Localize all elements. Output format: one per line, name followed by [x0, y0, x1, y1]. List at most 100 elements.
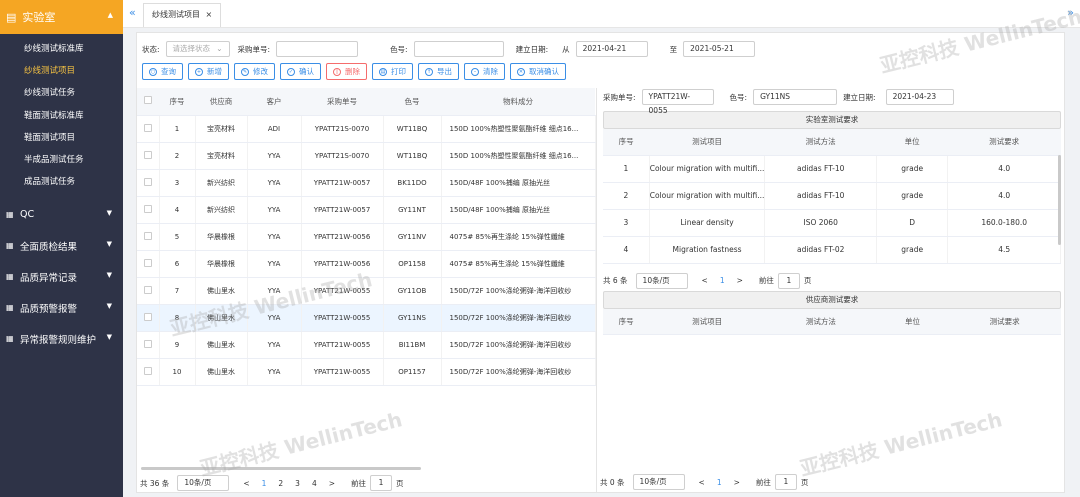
row-checkbox-cell[interactable] — [137, 304, 160, 332]
from-date-input[interactable]: 2021-04-21 — [575, 41, 648, 57]
sidebar-item-semi-task[interactable]: 半成品测试任务 — [0, 149, 123, 171]
table-row[interactable]: 2 Colour migration with multifi... adidas … — [603, 182, 1061, 210]
horizontal-scrollbar[interactable] — [141, 467, 421, 470]
prev-page-button[interactable]: < — [699, 478, 705, 487]
collapse-right-icon[interactable]: » — [1067, 6, 1074, 19]
cancel-confirm-button[interactable]: ✕ 取消确认 — [510, 63, 566, 80]
table-row[interactable]: 4 新兴纺织 YYA YPATT21W-0057 GY11NT 150D/48F 100%… — [137, 196, 596, 224]
detail-po-input[interactable]: YPATT21W-0055 — [641, 89, 714, 115]
page-number[interactable]: 2 — [278, 479, 283, 488]
row-checkbox-cell[interactable] — [137, 169, 160, 197]
sidebar-group-exceptions[interactable]: ▦ 品质异常记录 ▼ — [0, 261, 123, 292]
filter-bar: 状态: 请选择状态 ⌄ 采购单号: 色号: 建立日期: 从 2021-04-21 … — [142, 41, 756, 57]
row-checkbox-cell[interactable] — [137, 142, 160, 170]
page-number[interactable]: 1 — [720, 276, 725, 285]
sidebar-item-finished-task[interactable]: 成品测试任务 — [0, 171, 123, 193]
checkbox[interactable] — [144, 96, 152, 105]
vertical-scrollbar[interactable] — [1058, 155, 1061, 245]
next-page-button[interactable]: > — [329, 479, 335, 488]
tab-yarn-test-item[interactable]: 纱线测试项目 × — [143, 3, 222, 27]
checkbox[interactable] — [143, 339, 152, 348]
sidebar-group-rules[interactable]: ▦ 异常报警规则维护 ▼ — [0, 323, 123, 354]
table-cell: 150D/48F 100%捕编 原抽光丝 — [441, 196, 596, 224]
goto-input[interactable]: 1 — [777, 272, 800, 289]
table-row[interactable]: 4 Migration fastness adidas FT-02 grade 4.5 — [603, 236, 1061, 264]
table-cell: 华晨橡根 — [195, 250, 248, 278]
page-size-select[interactable]: 10条/页 — [632, 474, 685, 490]
detail-color-input[interactable]: GY11NS — [753, 89, 838, 105]
sidebar-item-yarn-standard[interactable]: 纱线测试标准库 — [0, 38, 123, 60]
lab-pager: 共 6 条 10条/页 < 1 > 前往 1 页 — [603, 272, 1061, 289]
sidebar-item-upper-test-item[interactable]: 鞋面测试项目 — [0, 127, 123, 149]
detail-date-input[interactable]: 2021-04-23 — [885, 89, 954, 105]
po-input[interactable] — [276, 41, 359, 57]
status-select[interactable]: 请选择状态 ⌄ — [165, 41, 230, 57]
table-row[interactable]: 5 华晨橡根 YYA YPATT21W-0056 GY11NV 4075# 85%再生涤纶… — [137, 223, 596, 251]
checkbox[interactable] — [143, 150, 152, 159]
next-page-button[interactable]: > — [737, 276, 743, 285]
row-checkbox-cell[interactable] — [137, 196, 160, 224]
table-row[interactable]: 3 Linear density ISO 2060 D 160.0-180.0 — [603, 209, 1061, 237]
row-checkbox-cell[interactable] — [137, 277, 160, 305]
sidebar-item-upper-standard[interactable]: 鞋面测试标准库 — [0, 105, 123, 127]
export-button[interactable]: ↑ 导出 — [418, 63, 459, 80]
page-number[interactable]: 1 — [717, 478, 722, 487]
confirm-button[interactable]: ✓ 确认 — [280, 63, 321, 80]
page-number[interactable]: 4 — [312, 479, 317, 488]
table-row[interactable]: 7 佛山里水 YYA YPATT21W-0055 GY11OB 150D/72F 100%… — [137, 277, 596, 305]
detail-header: 采购单号: YPATT21W-0055 色号: GY11NS 建立日期: 202… — [603, 88, 1061, 115]
checkbox[interactable] — [143, 231, 152, 240]
color-input[interactable] — [413, 41, 504, 57]
to-date-input[interactable]: 2021-05-21 — [683, 41, 756, 57]
row-checkbox-cell[interactable] — [137, 223, 160, 251]
add-button[interactable]: + 新增 — [188, 63, 229, 80]
sidebar-group-alerts[interactable]: ▦ 品质预警报警 ▼ — [0, 292, 123, 323]
edit-button[interactable]: ✎ 修改 — [234, 63, 275, 80]
prev-page-button[interactable]: < — [702, 276, 708, 285]
table-row[interactable]: 8 佛山里水 YYA YPATT21W-0055 GY11NS 150D/72F 100%… — [137, 304, 596, 332]
clear-button[interactable]: – 清除 — [464, 63, 505, 80]
row-checkbox-cell[interactable] — [137, 331, 160, 359]
table-cell: YPATT21W-0055 — [301, 277, 384, 305]
next-page-button[interactable]: > — [734, 478, 740, 487]
table-cell: 150D 100%热塑性聚氨酯纤维 细点16... — [441, 115, 596, 143]
table-row[interactable]: 3 新兴纺织 YYA YPATT21W-0057 BK11DO 150D/48F 100%… — [137, 169, 596, 197]
checkbox[interactable] — [143, 258, 152, 267]
page-size-select[interactable]: 10条/页 — [177, 475, 230, 491]
table-row[interactable]: 10 佛山里水 YYA YPATT21W-0055 OP1157 150D/72F 100… — [137, 358, 596, 386]
goto-input[interactable]: 1 — [774, 474, 797, 490]
goto-input[interactable]: 1 — [370, 475, 393, 491]
checkbox[interactable] — [143, 312, 152, 321]
header-checkbox[interactable] — [137, 88, 159, 116]
table-row[interactable]: 1 宝亮材料 ADI YPATT21S-0070 WT11BQ 150D 100%热塑性聚… — [137, 115, 596, 143]
table-row[interactable]: 9 佛山里水 YYA YPATT21W-0055 BI11BM 150D/72F 100%… — [137, 331, 596, 359]
table-row[interactable]: 2 宝亮材料 YYA YPATT21S-0070 WT11BQ 150D 100%热塑性聚… — [137, 142, 596, 170]
table-row[interactable]: 6 华晨橡根 YYA YPATT21W-0056 OP1158 4075# 85%再生涤纶… — [137, 250, 596, 278]
prev-page-button[interactable]: < — [243, 479, 249, 488]
print-button[interactable]: ▤ 打印 — [372, 63, 413, 80]
sidebar-item-yarn-test-task[interactable]: 纱线测试任务 — [0, 82, 123, 104]
checkbox[interactable] — [143, 366, 152, 375]
table-header: 采购单号 — [301, 88, 383, 116]
table-row[interactable]: 1 Colour migration with multifi... adidas … — [603, 155, 1061, 183]
checkbox[interactable] — [143, 123, 152, 132]
page-number[interactable]: 1 — [262, 479, 267, 488]
goto-label: 前往 — [351, 478, 367, 488]
row-checkbox-cell[interactable] — [137, 358, 160, 386]
sidebar-item-yarn-test-item[interactable]: 纱线测试项目 — [0, 60, 123, 82]
delete-button[interactable]: ▯ 删除 — [326, 63, 367, 80]
checkbox[interactable] — [143, 177, 152, 186]
checkbox[interactable] — [143, 285, 152, 294]
sidebar-group-qc[interactable]: ▦ QC ▼ — [0, 199, 123, 230]
page-size-select[interactable]: 10条/页 — [635, 272, 688, 289]
collapse-left-icon[interactable]: « — [129, 6, 136, 19]
sidebar-group-lab[interactable]: ▤ 实验室 ▲ — [0, 0, 123, 34]
page-number[interactable]: 3 — [295, 479, 300, 488]
checkbox[interactable] — [143, 204, 152, 213]
close-icon[interactable]: × — [206, 10, 213, 19]
sidebar-group-results[interactable]: ▦ 全面质检结果 ▼ — [0, 230, 123, 261]
row-checkbox-cell[interactable] — [137, 250, 160, 278]
row-checkbox-cell[interactable] — [137, 115, 160, 143]
search-button[interactable]: ○ 查询 — [142, 63, 183, 80]
table-cell: 150D/72F 100%涤纶粥弹-海洋回收纱 — [441, 304, 596, 332]
